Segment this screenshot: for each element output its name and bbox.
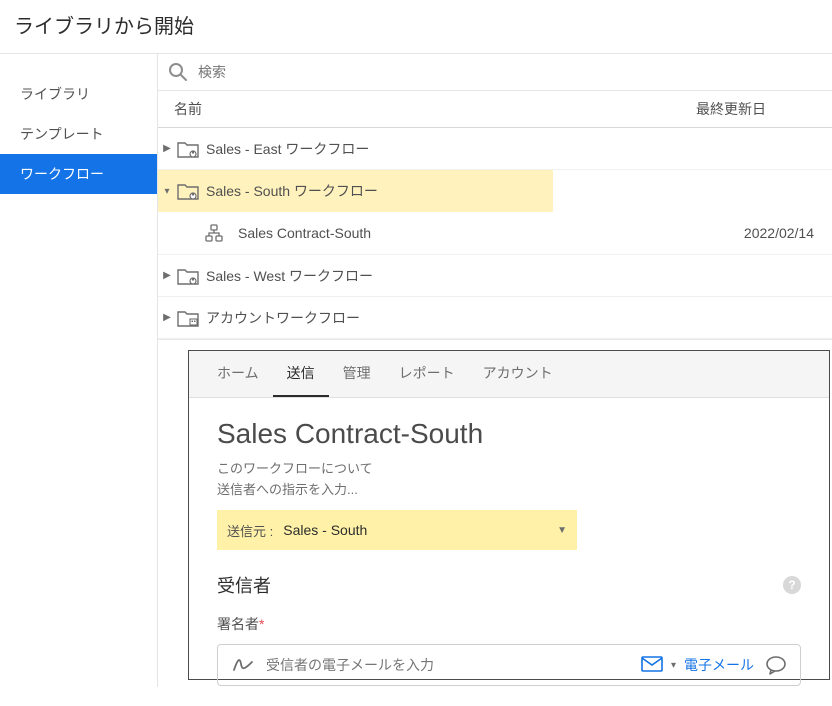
tab-account[interactable]: アカウント — [469, 351, 567, 397]
detail-tabs: ホーム 送信 管理 レポート アカウント — [189, 351, 829, 398]
tree-label: アカウントワークフロー — [200, 308, 832, 328]
send-from-label: 送信元 : — [227, 521, 273, 540]
tree-row-account[interactable]: ▶ アカウントワークフロー — [158, 297, 832, 339]
group-folder-icon — [176, 140, 200, 158]
detail-title: Sales Contract-South — [217, 418, 801, 450]
tree-row-east[interactable]: ▶ Sales - East ワークフロー — [158, 128, 832, 170]
about-text: このワークフローについて — [217, 458, 801, 477]
required-marker: * — [259, 616, 264, 632]
chevron-down-icon[interactable]: ▾ — [671, 660, 676, 671]
send-from-value: Sales - South — [283, 522, 557, 538]
envelope-icon[interactable] — [641, 656, 663, 675]
tree-row-west[interactable]: ▶ Sales - West ワークフロー — [158, 255, 832, 297]
chevron-down-icon: ▼ — [557, 525, 567, 536]
tree-child-label: Sales Contract-South — [226, 225, 553, 241]
workflow-tree: ▶ Sales - East ワークフロー ▾ Sales - South ワー… — [158, 128, 832, 340]
pen-icon — [228, 656, 258, 674]
sidebar-item-template[interactable]: テンプレート — [0, 114, 157, 154]
caret-icon[interactable]: ▶ — [158, 312, 176, 323]
tab-send[interactable]: 送信 — [273, 351, 329, 397]
search-icon — [168, 62, 188, 82]
recipients-heading: 受信者 — [217, 572, 271, 598]
group-folder-icon — [176, 182, 200, 200]
signer-label: 署名者 — [217, 616, 259, 632]
group-folder-icon — [176, 267, 200, 285]
send-from-select[interactable]: 送信元 : Sales - South ▼ — [217, 510, 577, 550]
workflow-icon — [202, 224, 226, 242]
workflow-detail-panel: ホーム 送信 管理 レポート アカウント Sales Contract-Sout… — [188, 350, 830, 680]
instructions-text: 送信者への指示を入力... — [217, 479, 801, 498]
account-folder-icon — [176, 309, 200, 327]
sidebar: ライブラリ テンプレート ワークフロー — [0, 54, 158, 687]
tree-label: Sales - South ワークフロー — [200, 181, 553, 201]
sidebar-item-library[interactable]: ライブラリ — [0, 74, 157, 114]
caret-down-icon[interactable]: ▾ — [158, 186, 176, 197]
email-type-link[interactable]: 電子メール — [684, 655, 754, 675]
tree-child-date: 2022/02/14 — [712, 225, 832, 241]
chat-icon[interactable] — [762, 655, 790, 675]
tab-manage[interactable]: 管理 — [329, 351, 385, 397]
col-name: 名前 — [174, 99, 696, 119]
tree-row-south-child[interactable]: Sales Contract-South 2022/02/14 — [158, 212, 832, 255]
search-input[interactable] — [198, 64, 822, 80]
recipient-email-input[interactable] — [258, 657, 641, 673]
list-header: 名前 最終更新日 — [158, 91, 832, 128]
col-date: 最終更新日 — [696, 99, 816, 119]
tree-row-south[interactable]: ▾ Sales - South ワークフロー — [158, 170, 553, 212]
sidebar-item-workflow[interactable]: ワークフロー — [0, 154, 157, 194]
caret-icon[interactable]: ▶ — [158, 143, 176, 154]
tab-report[interactable]: レポート — [385, 351, 469, 397]
recipient-row: ▾ 電子メール — [217, 644, 801, 686]
page-title: ライブラリから開始 — [0, 0, 832, 54]
caret-icon[interactable]: ▶ — [158, 270, 176, 281]
tree-label: Sales - West ワークフロー — [200, 266, 832, 286]
tree-label: Sales - East ワークフロー — [200, 139, 832, 159]
search-bar — [158, 54, 832, 91]
help-icon[interactable]: ? — [783, 576, 801, 594]
tab-home[interactable]: ホーム — [203, 351, 273, 397]
